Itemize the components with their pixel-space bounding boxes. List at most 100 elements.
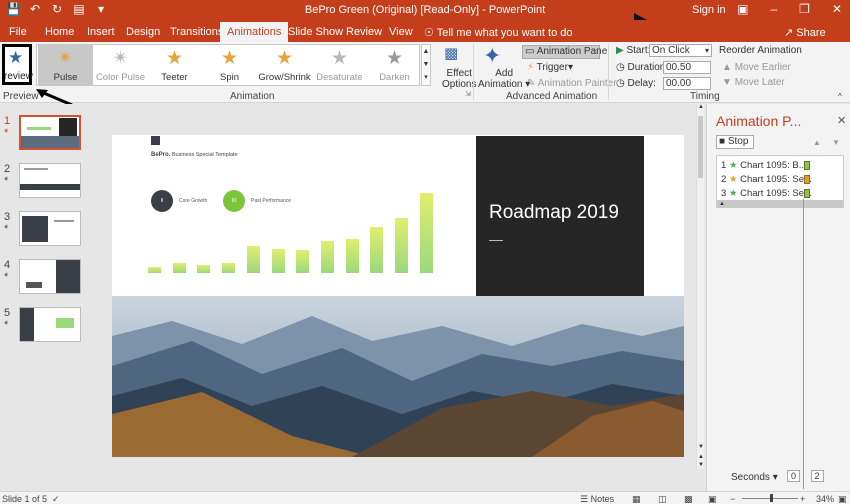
add-animation-button[interactable]: Add Animation ▾ xyxy=(478,68,530,90)
add-animation-line2: Animation ▾ xyxy=(478,79,531,90)
reading-view-icon[interactable]: ▩ xyxy=(684,494,693,504)
tab-transitions[interactable]: Transitions xyxy=(170,26,223,38)
scroll-thumb[interactable] xyxy=(698,116,703,178)
zoom-in-icon[interactable]: + xyxy=(800,494,805,504)
tab-design[interactable]: Design xyxy=(126,26,160,38)
animation-desaturate[interactable]: ★ Desaturate xyxy=(312,45,367,85)
delay-clock-icon: ◷ xyxy=(616,78,625,89)
gallery-scroll[interactable]: ▲ ▼ ▾ xyxy=(421,44,431,86)
trigger-button[interactable]: ⚡ Trigger▾ xyxy=(527,62,573,73)
chart-bar xyxy=(395,218,408,273)
animation-list: 1 ★ Chart 1095: B... 2 ★ Chart 1095: Se.… xyxy=(716,155,844,208)
timing-marker-2[interactable] xyxy=(804,175,810,184)
effect-options-label[interactable]: Effect Options xyxy=(442,68,476,90)
animation-spin[interactable]: ★ Spin xyxy=(202,45,257,85)
scroll-up-icon[interactable]: ▲ xyxy=(697,104,705,112)
slide-thumbnail-3[interactable] xyxy=(19,211,81,246)
collapse-ribbon-icon[interactable]: ^ xyxy=(838,92,842,101)
collapse-list-icon[interactable]: ▲ xyxy=(717,200,843,208)
slide-thumbnail-4[interactable] xyxy=(19,259,81,294)
tab-home[interactable]: Home xyxy=(45,26,74,38)
teeter-star-icon: ★ xyxy=(165,48,184,69)
move-later-button[interactable]: ▼ Move Later xyxy=(722,77,785,88)
slide-number: 4 * xyxy=(4,259,11,283)
ribbon-display-icon[interactable]: ▣ xyxy=(737,2,748,16)
animation-name: Darken xyxy=(379,72,410,83)
animation-painter-button[interactable]: ✎ Animation Painter xyxy=(527,78,617,89)
stop-button[interactable]: ■ Stop xyxy=(716,135,754,149)
move-up-icon[interactable]: ▲ xyxy=(813,138,821,147)
lightbulb-icon: ☉ xyxy=(424,27,434,39)
down-arrow-icon: ▼ xyxy=(722,77,732,88)
gallery-more-icon[interactable]: ▾ xyxy=(422,71,430,84)
item-label: Chart 1095: Se... xyxy=(740,188,812,199)
start-select[interactable]: On Click ▾ xyxy=(649,44,712,57)
animation-list-item-1[interactable]: 1 ★ Chart 1095: B... xyxy=(721,160,807,171)
zoom-out-icon[interactable]: − xyxy=(730,494,735,504)
previous-slide-icon[interactable]: ▲ xyxy=(697,454,705,462)
tab-animations[interactable]: Animations xyxy=(220,22,289,42)
animation-color-pulse[interactable]: ✴ Color Pulse xyxy=(93,45,148,85)
animation-dialog-launcher-icon[interactable]: ⇲ xyxy=(465,90,471,98)
start-icon: ▶ xyxy=(616,45,624,56)
gallery-down-icon[interactable]: ▼ xyxy=(422,58,430,71)
fit-slide-icon[interactable]: ▣ xyxy=(838,494,847,504)
pulse-star-icon: ✴ xyxy=(57,48,74,69)
move-down-icon[interactable]: ▼ xyxy=(832,138,840,147)
sign-in-link[interactable]: Sign in xyxy=(692,4,726,16)
tab-insert[interactable]: Insert xyxy=(87,26,115,38)
animation-pulse[interactable]: ✴ Pulse xyxy=(38,45,93,85)
mountain-landscape-image xyxy=(112,296,684,457)
move-earlier-button[interactable]: ▲ Move Earlier xyxy=(722,62,791,73)
animation-darken[interactable]: ★ Darken xyxy=(367,45,422,85)
preview-button[interactable]: ★ review xyxy=(2,44,33,85)
duration-field[interactable]: 00.50 xyxy=(663,61,711,74)
up-arrow-icon: ▲ xyxy=(722,62,732,73)
animation-grow-shrink[interactable]: ★ Grow/Shrink xyxy=(257,45,312,85)
tab-review[interactable]: Review xyxy=(346,26,382,38)
animation-teeter[interactable]: ★ Teeter xyxy=(147,45,202,85)
slide-sorter-icon[interactable]: ◫ xyxy=(658,494,667,504)
restore-icon[interactable]: ❐ xyxy=(799,2,810,16)
share-button[interactable]: ↗ Share xyxy=(784,26,826,39)
animation-pane-button[interactable]: ▭ Animation Pane xyxy=(522,45,607,59)
close-pane-icon[interactable]: ✕ xyxy=(837,114,846,127)
notes-button[interactable]: ☰ Notes xyxy=(580,494,614,504)
normal-view-icon[interactable]: ▦ xyxy=(632,494,641,504)
slide-vertical-scrollbar[interactable]: ▲ ▼ ▲ ▼ xyxy=(696,104,704,469)
close-icon[interactable]: ✕ xyxy=(832,2,842,16)
zoom-slider-thumb[interactable] xyxy=(770,494,773,502)
slide-editing-area: BePro. Business Special Template II Core… xyxy=(90,104,704,491)
slide-thumbnail-2[interactable] xyxy=(19,163,81,198)
effect-options-button[interactable]: ▩ xyxy=(442,44,464,62)
bar-chart xyxy=(148,185,448,273)
gallery-up-icon[interactable]: ▲ xyxy=(422,45,430,58)
current-slide[interactable]: BePro. Business Special Template II Core… xyxy=(112,135,684,457)
minimize-icon[interactable]: – xyxy=(770,2,777,16)
tab-slide-show[interactable]: Slide Show xyxy=(288,26,343,38)
slide-thumbnail-1[interactable] xyxy=(19,115,81,150)
spelling-icon[interactable]: ✓ xyxy=(52,494,60,504)
timing-marker-1[interactable] xyxy=(804,161,810,170)
brand-text: BePro. Business Special Template xyxy=(151,152,238,158)
add-animation-line1: Add xyxy=(495,68,514,79)
move-earlier-label: Move Earlier xyxy=(734,62,791,73)
next-slide-icon[interactable]: ▼ xyxy=(697,462,705,470)
add-animation-icon[interactable]: ✦ xyxy=(483,43,501,69)
share-icon: ↗ xyxy=(784,27,794,39)
ribbon-tabs: File Home Insert Design Transitions Anim… xyxy=(0,20,850,42)
notes-icon: ☰ xyxy=(580,494,589,504)
animation-list-item-3[interactable]: 3 ★ Chart 1095: Se... xyxy=(721,188,812,199)
chart-bar xyxy=(419,193,433,273)
tab-file[interactable]: File xyxy=(9,26,27,38)
tab-view[interactable]: View xyxy=(389,26,413,38)
scroll-down-icon[interactable]: ▼ xyxy=(697,444,705,452)
zoom-level[interactable]: 34% xyxy=(816,494,834,504)
timing-marker-3[interactable] xyxy=(804,189,810,198)
slide-thumbnail-5[interactable] xyxy=(19,307,81,342)
delay-field[interactable]: 00.00 xyxy=(663,77,711,90)
slideshow-view-icon[interactable]: ▣ xyxy=(708,494,717,504)
tell-me-search[interactable]: ☉ Tell me what you want to do xyxy=(424,26,572,39)
seconds-dropdown[interactable]: Seconds ▾ xyxy=(731,472,778,483)
animation-list-item-2[interactable]: 2 ★ Chart 1095: Se... xyxy=(721,174,812,185)
